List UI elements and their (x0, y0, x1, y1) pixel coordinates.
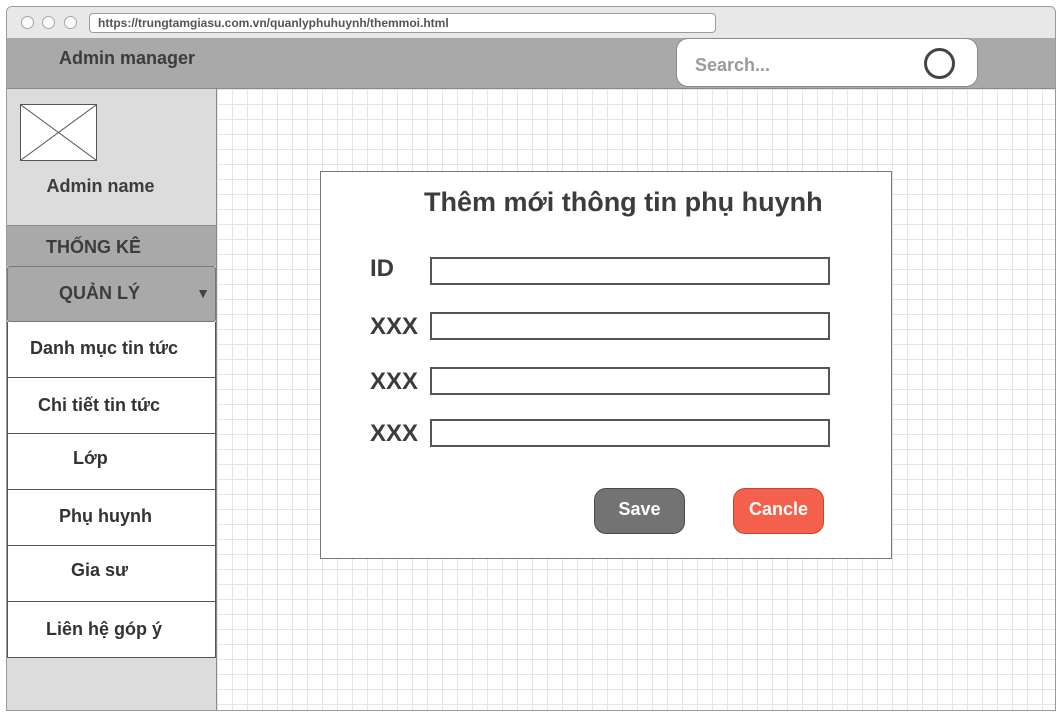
sidebar-item-label: Gia sư (71, 560, 129, 580)
field-label-id: ID (370, 255, 394, 282)
add-parent-form: Thêm mới thông tin phụ huynh ID XXX XXX … (320, 171, 892, 559)
window-minimize-dot[interactable] (42, 16, 55, 29)
sidebar-item-lien-he-gop-y[interactable]: Liên hệ góp ý (7, 602, 216, 658)
address-bar[interactable]: https://trungtamgiasu.com.vn/quanlyphuhu… (89, 13, 716, 33)
sidebar-item-label: Lớp (73, 448, 108, 468)
sidebar-item-label: Liên hệ góp ý (46, 619, 163, 639)
cancel-button[interactable]: Cancle (733, 488, 824, 534)
image-placeholder-icon (20, 104, 97, 161)
field-label-3: XXX (370, 368, 419, 395)
sidebar: Admin name THỐNG KÊ QUẢN LÝ ▼ Danh mục t… (7, 89, 217, 710)
avatar (20, 104, 97, 161)
save-button[interactable]: Save (594, 488, 685, 534)
sidebar-item-lop[interactable]: Lớp (7, 434, 216, 490)
sidebar-item-label: Danh mục tin tức (30, 338, 179, 358)
field-3-input[interactable] (430, 367, 830, 395)
chevron-down-icon[interactable]: ▼ (196, 285, 210, 301)
sidebar-item-label: Phụ huynh (59, 506, 152, 526)
sidebar-section-stats-label: THỐNG KÊ (46, 237, 142, 257)
search-input[interactable] (693, 53, 897, 77)
window-maximize-dot[interactable] (64, 16, 77, 29)
window-close-dot[interactable] (21, 16, 34, 29)
browser-window: https://trungtamgiasu.com.vn/quanlyphuhu… (6, 6, 1056, 711)
search-box[interactable] (676, 38, 978, 87)
browser-chrome: https://trungtamgiasu.com.vn/quanlyphuhu… (7, 7, 1055, 39)
sidebar-section-manage-label: QUẢN LÝ (59, 283, 140, 303)
form-title: Thêm mới thông tin phụ huynh (424, 187, 823, 217)
sidebar-item-chi-tiet-tin-tuc[interactable]: Chi tiết tin tức (7, 378, 216, 434)
field-2-input[interactable] (430, 312, 830, 340)
sidebar-item-gia-su[interactable]: Gia sư (7, 546, 216, 602)
sidebar-item-phu-huynh[interactable]: Phụ huynh (7, 490, 216, 546)
admin-name: Admin name (46, 176, 155, 196)
sidebar-item-label: Chi tiết tin tức (38, 395, 161, 415)
search-icon[interactable] (924, 48, 955, 79)
id-field[interactable] (430, 257, 830, 285)
sidebar-section-manage[interactable]: QUẢN LÝ ▼ (7, 266, 216, 322)
sidebar-item-danh-muc-tin-tuc[interactable]: Danh mục tin tức (7, 322, 216, 378)
app-title: Admin manager (59, 48, 196, 68)
field-label-4: XXX (370, 420, 419, 447)
field-label-2: XXX (370, 313, 419, 340)
top-header: Admin manager (7, 38, 1055, 89)
field-4-input[interactable] (430, 419, 830, 447)
sidebar-section-stats[interactable]: THỐNG KÊ (7, 225, 216, 266)
